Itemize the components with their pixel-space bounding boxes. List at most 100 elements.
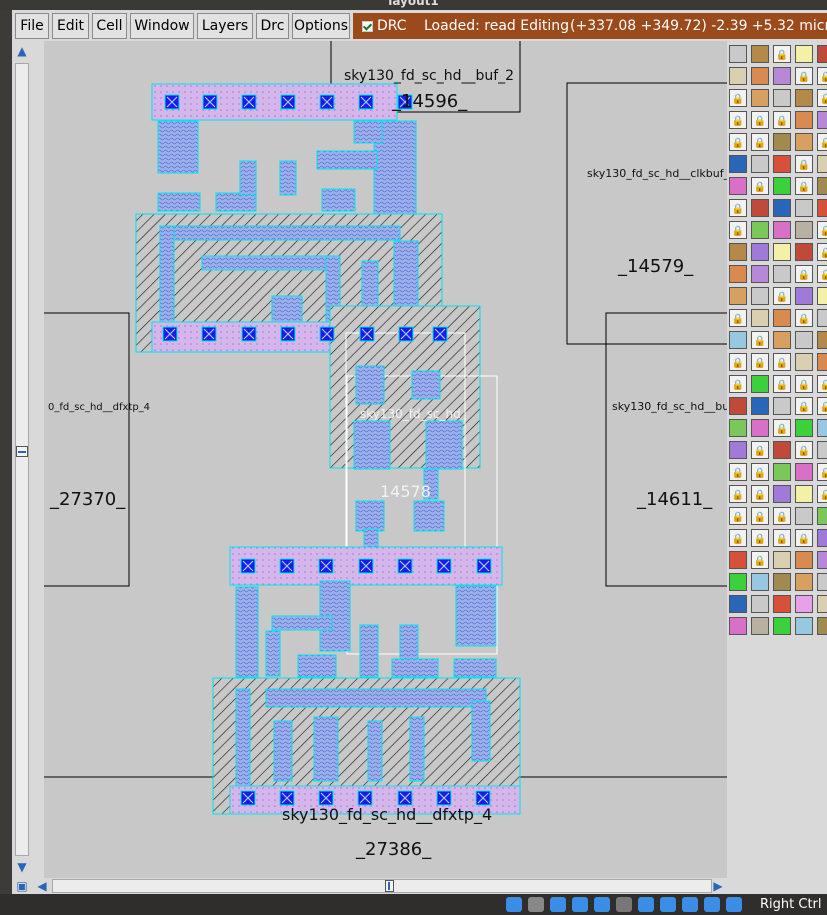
menu-drc[interactable]: Drc (256, 13, 289, 39)
layer-swatch[interactable]: 🔒 (773, 287, 791, 305)
layer-swatch[interactable]: 🔒 (795, 441, 813, 459)
layer-swatch[interactable]: 🔒 (817, 133, 827, 151)
layer-swatch[interactable] (751, 67, 769, 85)
layer-swatch[interactable] (795, 551, 813, 569)
layer-swatch[interactable] (773, 397, 791, 415)
layer-swatch[interactable] (773, 243, 791, 261)
layer-swatch[interactable] (751, 397, 769, 415)
layer-swatch[interactable]: 🔒 (817, 265, 827, 283)
menu-file[interactable]: File (15, 13, 49, 39)
layer-swatch[interactable]: 🔒 (729, 221, 747, 239)
help-icon[interactable] (506, 897, 522, 912)
layer-swatch[interactable] (795, 507, 813, 525)
layer-swatch[interactable] (795, 89, 813, 107)
layer-swatch[interactable]: 🔒 (751, 353, 769, 371)
menu-window[interactable]: Window (130, 13, 194, 39)
layer-swatch[interactable] (751, 573, 769, 591)
pen-icon[interactable] (594, 897, 610, 912)
arrow-left-icon[interactable]: ◀ (34, 878, 50, 894)
layer-swatch[interactable]: 🔒 (817, 375, 827, 393)
layer-swatch[interactable] (795, 463, 813, 481)
download-icon[interactable] (726, 897, 742, 912)
display-icon[interactable] (638, 897, 654, 912)
layer-swatch[interactable]: 🔒 (773, 375, 791, 393)
menu-layers[interactable]: Layers (197, 13, 253, 39)
layer-swatch[interactable] (751, 375, 769, 393)
layer-swatch[interactable] (773, 221, 791, 239)
drc-checkbox[interactable] (362, 21, 373, 32)
folder-icon[interactable] (616, 897, 632, 912)
layer-swatch[interactable] (817, 419, 827, 437)
layer-swatch[interactable] (751, 221, 769, 239)
window-icon[interactable] (572, 897, 588, 912)
arrow-up-icon[interactable]: ▲ (14, 43, 30, 59)
layer-swatch[interactable]: 🔒 (729, 529, 747, 547)
layer-swatch[interactable] (729, 617, 747, 635)
layer-swatch[interactable] (817, 331, 827, 349)
layer-swatch[interactable]: 🔒 (773, 419, 791, 437)
layer-swatch[interactable]: 🔒 (817, 243, 827, 261)
layer-swatch[interactable]: 🔒 (795, 265, 813, 283)
layer-swatch[interactable]: 🔒 (751, 111, 769, 129)
layer-swatch[interactable] (751, 45, 769, 63)
layer-swatch[interactable] (795, 595, 813, 613)
layer-swatch[interactable] (795, 243, 813, 261)
layer-swatch[interactable] (773, 331, 791, 349)
vm-icon[interactable] (660, 897, 676, 912)
layer-swatch[interactable] (729, 45, 747, 63)
layer-swatch[interactable] (795, 573, 813, 591)
horizontal-scrollbar[interactable]: ▣ ◀ ▶ (12, 878, 738, 894)
layer-swatch[interactable] (729, 595, 747, 613)
layer-swatch[interactable] (773, 67, 791, 85)
layer-swatch[interactable]: 🔒 (729, 309, 747, 327)
layer-swatch[interactable] (773, 177, 791, 195)
layer-swatch[interactable]: 🔒 (795, 177, 813, 195)
layer-swatch[interactable]: 🔒 (817, 397, 827, 415)
layer-swatch[interactable]: 🔒 (773, 529, 791, 547)
layer-swatch[interactable] (817, 617, 827, 635)
layer-swatch[interactable] (751, 595, 769, 613)
layer-swatch[interactable] (817, 309, 827, 327)
layer-swatch[interactable]: 🔒 (729, 507, 747, 525)
layer-swatch[interactable]: 🔒 (795, 397, 813, 415)
layer-swatch[interactable] (751, 243, 769, 261)
layer-swatch[interactable]: 🔒 (795, 309, 813, 327)
layer-swatch[interactable] (729, 265, 747, 283)
layer-swatch[interactable] (795, 617, 813, 635)
layer-swatch[interactable] (773, 463, 791, 481)
layer-swatch[interactable] (795, 353, 813, 371)
layer-swatch[interactable] (817, 45, 827, 63)
layer-swatch[interactable] (751, 309, 769, 327)
layer-swatch[interactable]: 🔒 (729, 133, 747, 151)
layer-swatch[interactable] (817, 287, 827, 305)
layer-swatch[interactable] (795, 199, 813, 217)
layer-swatch[interactable] (729, 573, 747, 591)
layer-swatch[interactable] (729, 551, 747, 569)
layer-swatch[interactable] (817, 111, 827, 129)
layer-swatch[interactable] (751, 617, 769, 635)
layer-swatch[interactable]: 🔒 (817, 221, 827, 239)
layer-swatch[interactable] (729, 155, 747, 173)
arrow-down-icon[interactable]: ▼ (14, 859, 30, 875)
layer-swatch[interactable] (773, 595, 791, 613)
layer-swatch[interactable] (729, 67, 747, 85)
globe-icon[interactable] (704, 897, 720, 912)
layer-swatch[interactable] (817, 177, 827, 195)
layer-swatch[interactable] (729, 287, 747, 305)
layer-swatch[interactable]: 🔒 (751, 177, 769, 195)
layer-swatch[interactable] (817, 155, 827, 173)
layer-swatch[interactable] (817, 551, 827, 569)
layer-swatch[interactable] (817, 595, 827, 613)
layer-swatch[interactable]: 🔒 (795, 155, 813, 173)
layer-swatch[interactable]: 🔒 (729, 111, 747, 129)
layer-swatch[interactable]: 🔒 (751, 551, 769, 569)
layer-swatch[interactable] (817, 507, 827, 525)
layer-swatch[interactable] (773, 309, 791, 327)
arrow-right-icon[interactable]: ▶ (710, 878, 726, 894)
vertical-scrollbar[interactable]: ▲ ▼ (12, 41, 32, 878)
layer-palette[interactable]: 🔒 🔒 🔒 🔒 🔒 🔒 🔒 🔒 🔒 🔒 🔒 🔒 🔒 🔒 🔒 🔒 🔒 🔒 🔒 🔒 🔒 🔒 🔒 🔒 🔒 🔒 🔒 🔒 🔒 🔒 🔒 🔒 🔒 🔒 🔒 🔒 🔒 🔒 🔒 🔒… (727, 41, 827, 878)
menu-options[interactable]: Options (292, 13, 350, 39)
layer-swatch[interactable] (773, 551, 791, 569)
layer-swatch[interactable] (817, 353, 827, 371)
layer-swatch[interactable]: 🔒 (729, 485, 747, 503)
